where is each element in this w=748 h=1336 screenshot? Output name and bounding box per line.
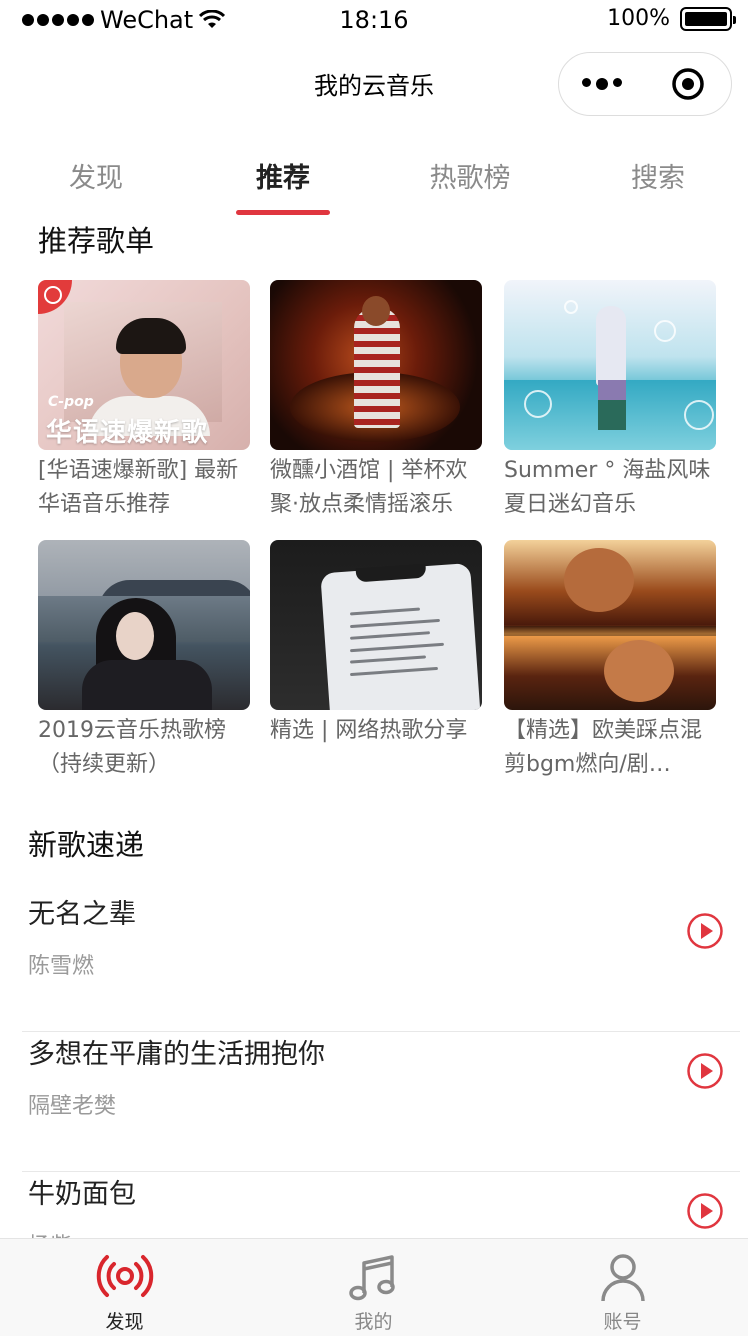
- close-mini-program-button[interactable]: [645, 66, 731, 102]
- playlist-title: 微醺小酒馆 | 举杯欢聚·放点柔情摇滚乐: [270, 458, 468, 517]
- section-title-recommend: 推荐歌单: [38, 224, 155, 258]
- playlist-cover: [504, 280, 716, 450]
- tab-search[interactable]: 搜索: [588, 156, 728, 195]
- tab-hot-songs[interactable]: 热歌榜: [400, 156, 540, 195]
- song-artist: 隔壁老樊: [28, 1094, 117, 1119]
- battery-percent: 100%: [607, 6, 670, 31]
- playlist-card[interactable]: 2019云音乐热歌榜（持续更新）: [38, 540, 250, 782]
- playlist-cover: [270, 280, 482, 450]
- tabbar-label: 发现: [105, 1311, 144, 1333]
- more-dot-icon: [582, 78, 591, 87]
- playlist-title: Summer ° 海盐风味夏日迷幻音乐: [504, 458, 711, 517]
- playlist-title: 精选 | 网络热歌分享: [270, 718, 468, 743]
- song-row[interactable]: 多想在平庸的生活拥抱你 隔壁老樊: [22, 1032, 740, 1172]
- active-tab-indicator: [236, 210, 330, 215]
- section-title-new-songs: 新歌速递: [28, 828, 145, 862]
- playlist-card[interactable]: 微醺小酒馆 | 举杯欢聚·放点柔情摇滚乐: [270, 280, 482, 522]
- playlist-cover: [270, 540, 482, 710]
- tabbar-item-mine[interactable]: 我的: [249, 1239, 498, 1336]
- cover-label-small: C-pop: [48, 394, 94, 410]
- cover-label-main: 华语速爆新歌: [46, 418, 209, 448]
- person-icon: [600, 1254, 645, 1302]
- play-circle-icon[interactable]: [686, 912, 724, 950]
- tab-discover[interactable]: 发现: [26, 156, 166, 195]
- tabbar-item-discover[interactable]: 发现: [0, 1239, 249, 1336]
- playlist-card[interactable]: C-pop 华语速爆新歌 [华语速爆新歌] 最新华语音乐推荐: [38, 280, 250, 522]
- more-dot-icon: [613, 78, 622, 87]
- bottom-tab-bar: 发现 我的 账号: [0, 1238, 748, 1336]
- tabbar-item-account[interactable]: 账号: [498, 1239, 747, 1336]
- mini-program-capsule: [558, 52, 732, 116]
- music-note-icon: [348, 1255, 395, 1301]
- playlist-cover: [504, 540, 716, 710]
- playlist-cover: [38, 540, 250, 710]
- play-circle-icon[interactable]: [686, 1192, 724, 1230]
- battery-group: 100%: [607, 6, 736, 31]
- playlist-cover: C-pop 华语速爆新歌: [38, 280, 250, 450]
- playlist-card[interactable]: 精选 | 网络热歌分享: [270, 540, 482, 782]
- play-circle-icon[interactable]: [686, 1052, 724, 1090]
- top-tabs: 发现 推荐 热歌榜 搜索: [0, 148, 748, 218]
- tabbar-label: 我的: [354, 1311, 393, 1333]
- tab-recommend[interactable]: 推荐: [213, 156, 353, 195]
- playlist-title: 2019云音乐热歌榜（持续更新）: [38, 718, 226, 777]
- radio-icon: [96, 1255, 153, 1297]
- song-row[interactable]: 无名之辈 陈雪燃: [22, 892, 740, 1032]
- more-dot-icon: [596, 78, 608, 90]
- tabbar-label: 账号: [603, 1311, 642, 1333]
- playlist-title: [华语速爆新歌] 最新华语音乐推荐: [38, 458, 239, 517]
- song-title: 多想在平庸的生活拥抱你: [28, 1039, 325, 1070]
- playlist-card[interactable]: Summer ° 海盐风味夏日迷幻音乐: [504, 280, 716, 522]
- target-circle-icon: [672, 68, 704, 100]
- song-artist: 陈雪燃: [28, 954, 95, 979]
- song-title: 无名之辈: [28, 899, 136, 930]
- song-title: 牛奶面包: [28, 1179, 136, 1210]
- more-button[interactable]: [559, 78, 645, 90]
- playlist-card[interactable]: 【精选】欧美踩点混剪bgm燃向/剧…: [504, 540, 716, 782]
- battery-icon: [680, 6, 736, 31]
- status-bar: WeChat 18:16 100%: [0, 0, 748, 44]
- playlist-title: 【精选】欧美踩点混剪bgm燃向/剧…: [504, 718, 703, 777]
